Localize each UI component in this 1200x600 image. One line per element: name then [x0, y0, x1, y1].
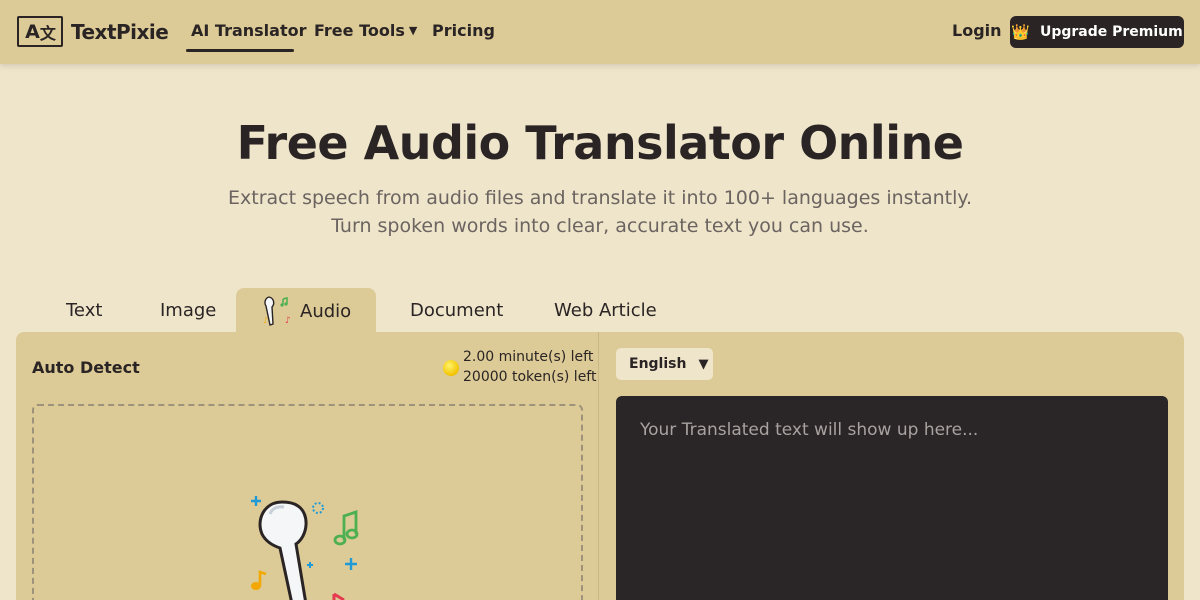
crown-icon: 👑 [1011, 23, 1030, 41]
upgrade-premium-button[interactable]: 👑 Upgrade Premium [1010, 16, 1184, 48]
source-language-select[interactable]: Auto Detect [32, 358, 140, 377]
logo-text: TextPixie [71, 19, 169, 44]
target-language-select[interactable]: English ▼ [616, 348, 713, 380]
tab-image[interactable]: Image [160, 300, 216, 321]
logo-mark-right: 文 [39, 23, 56, 43]
svg-text:♪: ♪ [285, 316, 291, 326]
panel-divider [598, 332, 599, 600]
tab-audio[interactable]: ♪ ♪ Audio [236, 288, 376, 334]
active-nav-underline [186, 49, 294, 52]
target-language-label: English [629, 356, 687, 372]
tab-text[interactable]: Text [66, 300, 102, 321]
nav-free-tools[interactable]: Free Tools ▼ [314, 21, 417, 40]
earbud-icon [251, 496, 359, 600]
caret-down-icon: ▼ [698, 356, 709, 372]
tokens-left: 20000 token(s) left [463, 369, 597, 385]
nav-ai-translator[interactable]: AI Translator [191, 21, 306, 40]
translation-placeholder: Your Translated text will show up here..… [640, 420, 979, 440]
minutes-left: 2.00 minute(s) left [463, 349, 594, 365]
tab-audio-label: Audio [300, 300, 352, 322]
coin-icon [443, 360, 459, 376]
nav-free-tools-label: Free Tools [314, 21, 405, 40]
logo[interactable]: A 文 TextPixie [17, 16, 169, 47]
logo-mark-left: A [25, 20, 40, 43]
tab-web-article[interactable]: Web Article [554, 300, 657, 321]
logo-mark: A 文 [17, 16, 63, 47]
top-navbar: A 文 TextPixie AI Translator Free Tools ▼ … [0, 0, 1200, 64]
svg-text:♪: ♪ [263, 316, 268, 325]
upgrade-premium-label: Upgrade Premium [1039, 24, 1183, 40]
tab-document[interactable]: Document [410, 300, 503, 321]
login-button[interactable]: Login [952, 21, 1002, 40]
caret-down-icon: ▼ [408, 24, 418, 37]
page-title: Free Audio Translator Online [236, 116, 964, 170]
nav-pricing[interactable]: Pricing [432, 21, 495, 40]
earbud-icon: ♪ ♪ [263, 296, 291, 326]
page-subtitle: Extract speech from audio files and tran… [228, 187, 972, 237]
